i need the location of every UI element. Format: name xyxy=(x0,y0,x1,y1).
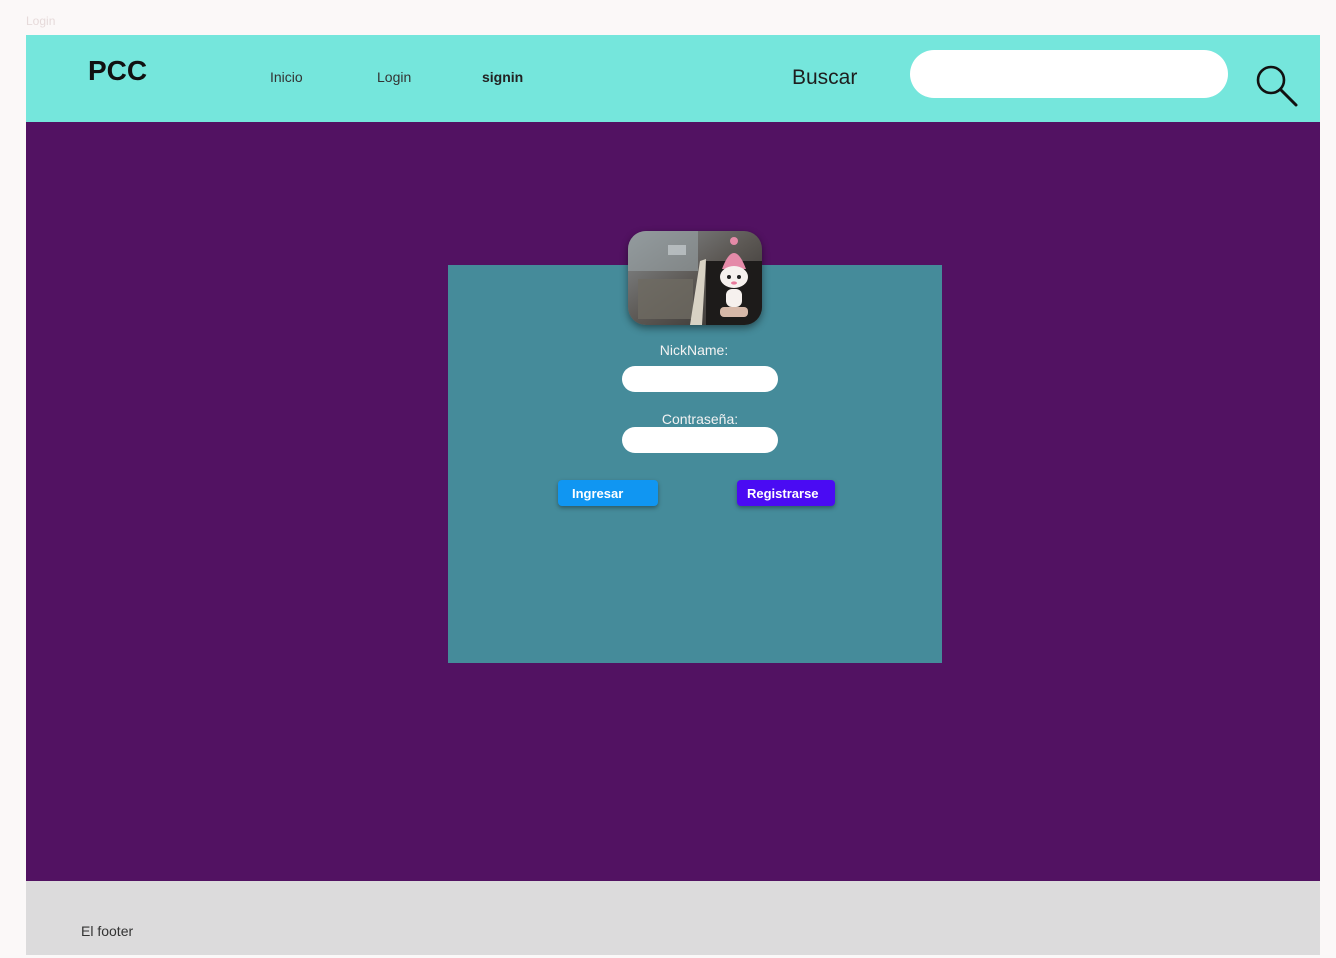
password-input[interactable] xyxy=(622,427,778,453)
login-page: PCC Inicio Login signin Buscar NickName:… xyxy=(26,35,1320,955)
password-label: Contraseña: xyxy=(661,411,739,427)
footer: El footer xyxy=(26,881,1320,955)
frame-label: Login xyxy=(26,14,56,28)
nav-link-login[interactable]: Login xyxy=(377,69,411,85)
registrarse-button[interactable]: Registrarse xyxy=(737,480,835,506)
nickname-label: NickName: xyxy=(659,342,729,358)
nav-link-signin[interactable]: signin xyxy=(482,69,523,85)
nav-link-inicio[interactable]: Inicio xyxy=(270,69,303,85)
nickname-input[interactable] xyxy=(622,366,778,392)
avatar xyxy=(628,231,762,325)
ingresar-button[interactable]: Ingresar xyxy=(558,480,658,506)
avatar-photo-icon xyxy=(628,231,762,325)
search-input[interactable] xyxy=(910,50,1228,98)
footer-text: El footer xyxy=(81,923,134,939)
navbar: PCC Inicio Login signin Buscar xyxy=(26,35,1320,122)
brand-logo[interactable]: PCC xyxy=(88,55,147,87)
search-label: Buscar xyxy=(792,66,858,89)
search-icon[interactable] xyxy=(1252,61,1300,109)
